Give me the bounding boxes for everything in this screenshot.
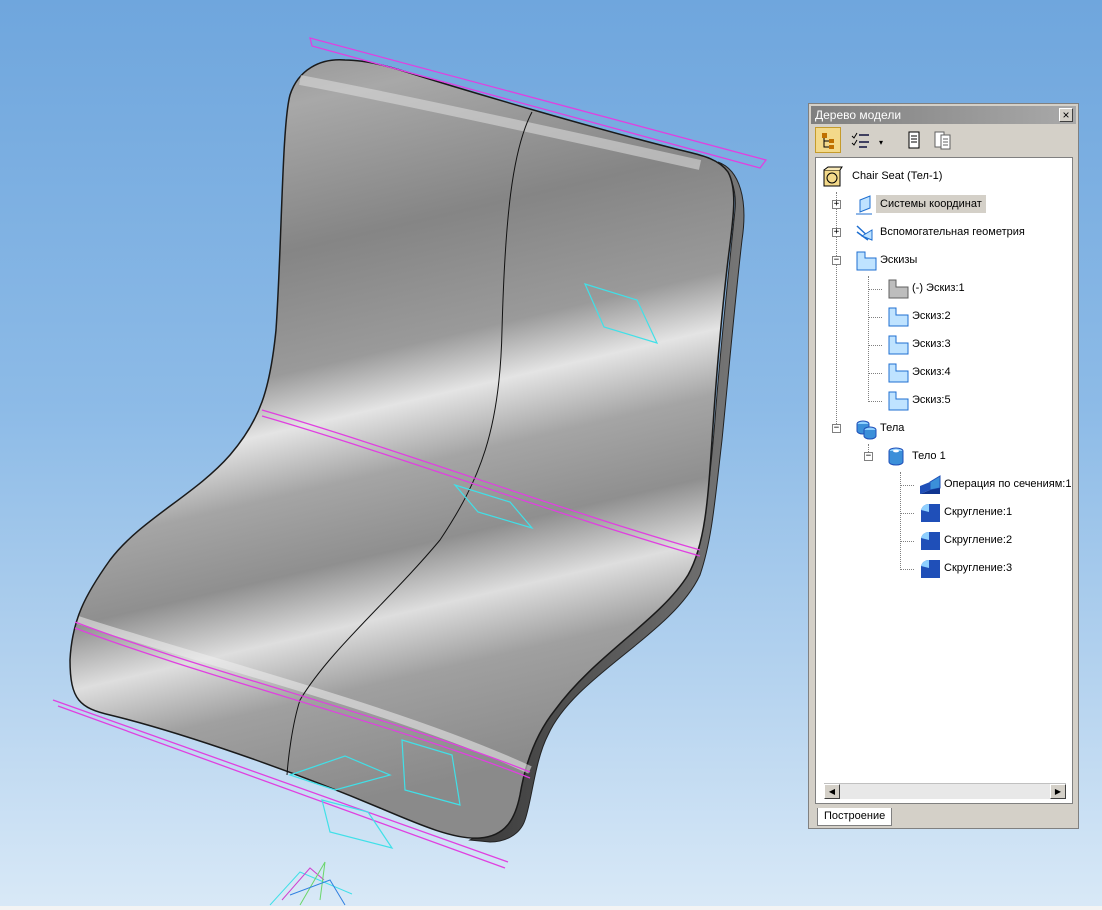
tree-item-label: Скругление:3 [944,562,1013,574]
tree-item-sketch-4[interactable]: Эскиз:4 [860,362,1060,384]
filter-dropdown-arrow[interactable]: ▾ [879,138,883,147]
expand-button[interactable]: + [832,228,841,237]
bodies-icon [856,420,877,440]
document-button[interactable] [901,127,927,153]
tree-item-label: Эскиз:2 [912,310,951,322]
model-tree[interactable]: Chair Seat (Тел-1) + Системы координат +… [815,157,1073,804]
tree-item-sketches[interactable]: − Эскизы [828,250,1068,272]
model-tree-panel: Дерево модели × ▾ Chair Seat (Тел-1) + С… [808,103,1079,829]
tree-item-fillet-1[interactable]: Скругление:1 [892,502,1068,524]
tree-item-label: Операция по сечениям:1 [944,478,1072,490]
coordinate-systems-icon [856,195,872,215]
coordinate-system-icon [269,861,353,906]
sketch-icon [888,335,909,355]
collapse-button[interactable]: − [864,452,873,461]
checklist-filter-icon [851,132,869,148]
tree-item-sketch-5[interactable]: Эскиз:5 [860,390,1060,412]
part-icon [823,166,843,187]
aux-geometry-icon [856,225,873,241]
collapse-button[interactable]: − [832,424,841,433]
tree-view-button[interactable] [815,127,841,153]
document-icon [908,131,920,149]
tree-item-sketch-1[interactable]: (-) Эскиз:1 [860,278,1060,300]
tree-item-label: Скругление:1 [944,506,1013,518]
tree-item-body-1[interactable]: − Тело 1 [860,446,1060,468]
tree-item-fillet-3[interactable]: Скругление:3 [892,558,1068,580]
panel-tab-bar: Построение [815,806,1073,826]
tree-item-label: (-) Эскиз:1 [912,282,965,294]
body-icon [888,447,904,466]
tree-item-aux-geometry[interactable]: + Вспомогательная геометрия [828,222,1068,244]
tree-item-fillet-2[interactable]: Скругление:2 [892,530,1068,552]
tree-item-label: Chair Seat (Тел-1) [852,170,943,182]
fillet-icon [921,559,940,578]
tree-item-label: Тела [880,422,905,434]
tree-item-coord-systems[interactable]: + Системы координат [828,194,1068,216]
fillet-icon [921,531,940,550]
panel-title-text: Дерево модели [815,108,902,122]
loft-operation-icon [920,475,941,494]
tree-item-label: Системы координат [876,195,986,213]
tree-item-loft-operation[interactable]: Операция по сечениям:1 [892,474,1072,496]
collapse-button[interactable]: − [832,256,841,265]
tab-construction[interactable]: Построение [817,808,893,826]
horizontal-scrollbar[interactable]: ◀ ▶ [824,783,1066,799]
tree-item-sketch-3[interactable]: Эскиз:3 [860,334,1060,356]
tree-item-bodies[interactable]: − Тела [828,418,1068,440]
document-list-icon [934,131,951,150]
tree-item-label: Эскиз:3 [912,338,951,350]
tree-item-label: Эскизы [880,254,918,266]
sketch-disabled-icon [888,279,909,299]
panel-title: Дерево модели × [811,106,1076,124]
document-list-button[interactable] [929,127,955,153]
sketches-folder-icon [856,251,877,271]
tree-item-root[interactable]: Chair Seat (Тел-1) [822,166,1062,188]
scroll-left-button[interactable]: ◀ [824,784,840,799]
tree-item-label: Тело 1 [912,450,946,462]
sketch-icon [888,363,909,383]
fillet-icon [921,503,940,522]
tree-item-label: Эскиз:4 [912,366,951,378]
status-strip [0,906,1102,910]
tree-toolbar: ▾ [811,125,1076,155]
sketch-icon [888,391,909,411]
tree-item-label: Скругление:2 [944,534,1013,546]
tree-item-label: Вспомогательная геометрия [880,226,1025,238]
tree-item-sketch-2[interactable]: Эскиз:2 [860,306,1060,328]
scroll-right-button[interactable]: ▶ [1050,784,1066,799]
close-button[interactable]: × [1059,108,1073,122]
expand-button[interactable]: + [832,200,841,209]
sketch-icon [888,307,909,327]
filter-button[interactable] [847,127,873,153]
tree-item-label: Эскиз:5 [912,394,951,406]
tree-structure-icon [822,133,834,149]
